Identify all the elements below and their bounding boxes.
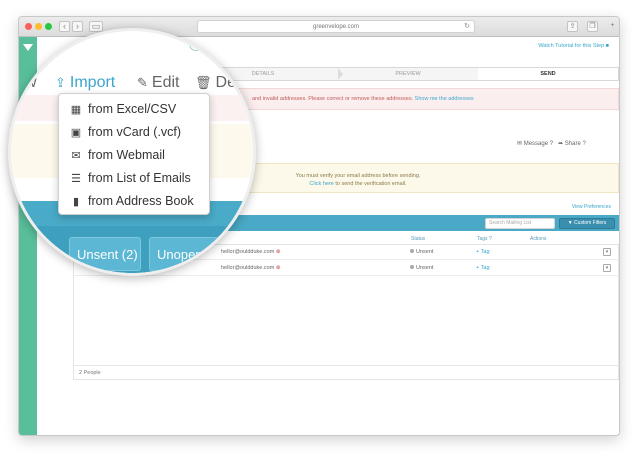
address-bar-url: greenvelope.com bbox=[312, 24, 360, 30]
menu-icon[interactable]: ☰ bbox=[15, 68, 24, 79]
new-tab-icon[interactable]: + bbox=[607, 21, 618, 32]
column-header-tags[interactable]: Tags ? bbox=[477, 236, 492, 242]
step-preview[interactable]: PREVIEW bbox=[338, 68, 478, 80]
import-dropdown-menu: ▦ from Excel/CSV ▣ from vCard (.vcf) ✉ from… bbox=[58, 93, 210, 215]
add-tag-link[interactable]: + Tag bbox=[476, 249, 490, 255]
zoom-window-button[interactable] bbox=[45, 23, 52, 30]
row-actions-dropdown-icon[interactable]: ▾ bbox=[603, 264, 611, 272]
tab-unsent[interactable]: Unsent (2) bbox=[69, 237, 141, 271]
list-icon: ☰ bbox=[71, 173, 81, 185]
edit-icon: ✎ bbox=[137, 75, 148, 90]
import-label: Import bbox=[69, 74, 116, 91]
add-tag-link[interactable]: + Tag bbox=[476, 265, 490, 271]
table-icon: ▦ bbox=[70, 104, 82, 116]
edit-label: Edit bbox=[151, 74, 180, 91]
step-send[interactable]: SEND bbox=[478, 68, 618, 80]
reload-icon[interactable]: ↻ bbox=[464, 21, 470, 33]
view-packages-button[interactable]: View Packages bbox=[189, 37, 251, 51]
message-share-row: ✉ Message ? ➦ Share ? bbox=[517, 140, 586, 147]
row-status: Unsent bbox=[410, 265, 433, 271]
import-excel-csv-item[interactable]: ▦ from Excel/CSV bbox=[69, 99, 176, 119]
toolbar-partial-label: w bbox=[25, 74, 37, 91]
row-status-text: Unsent bbox=[416, 265, 434, 271]
search-mailing-list-input[interactable]: Search Mailing List bbox=[485, 218, 555, 229]
custom-filters-label: Custom Filters bbox=[574, 220, 607, 226]
import-webmail-item[interactable]: ✉ from Webmail bbox=[69, 145, 165, 165]
minimize-window-button[interactable] bbox=[35, 23, 42, 30]
trash-icon: 🗑 bbox=[195, 75, 212, 90]
custom-filters-button[interactable]: ▼ Custom Filters bbox=[559, 218, 615, 229]
column-header-status[interactable]: Status bbox=[411, 236, 425, 242]
message-icon: ✉ bbox=[517, 141, 523, 147]
show-addresses-link[interactable]: Show me the addresses bbox=[415, 96, 474, 102]
envelope-icon: ✉ bbox=[71, 150, 81, 162]
share-icon: ➦ bbox=[558, 141, 564, 147]
delete-label: De bbox=[215, 74, 236, 91]
import-list-of-emails-item[interactable]: ☰ from List of Emails bbox=[69, 168, 191, 188]
delete-button[interactable]: 🗑 De bbox=[195, 74, 236, 92]
filter-icon: ▼ bbox=[567, 220, 573, 226]
help-icon[interactable]: ? bbox=[550, 141, 553, 147]
view-preferences-link[interactable]: View Preferences bbox=[572, 204, 611, 210]
vcard-icon: ▣ bbox=[70, 127, 82, 139]
import-webmail-label: from Webmail bbox=[88, 148, 165, 162]
invalid-alert-text: and invalid addresses. Please correct or… bbox=[252, 96, 414, 102]
column-header-actions: Actions bbox=[530, 236, 547, 242]
help-icon: ? bbox=[488, 236, 492, 242]
magnified-region: Cl View Packages ☰ w ⇪ Import ✎ Edit 🗑 De ▦… bbox=[11, 31, 253, 273]
magnifier-lens: Cl View Packages ☰ w ⇪ Import ✎ Edit 🗑 De ▦… bbox=[8, 28, 256, 276]
import-list-label: from List of Emails bbox=[88, 171, 191, 185]
tutorial-link-label: Watch Tutorial for this Step bbox=[538, 43, 605, 49]
people-count: 2 People bbox=[73, 365, 619, 380]
tutorial-link[interactable]: Watch Tutorial for this Step ■ bbox=[538, 43, 609, 49]
magnified-sidebar bbox=[11, 206, 21, 273]
column-header-tags-label: Tags bbox=[477, 236, 488, 242]
share-page-icon[interactable]: ⇪ bbox=[567, 21, 578, 32]
import-address-book-label: from Address Book bbox=[88, 194, 194, 208]
tabs-overview-icon[interactable]: ❐ bbox=[587, 21, 598, 32]
tab-unopened[interactable]: Unopen bbox=[149, 237, 253, 271]
share-button[interactable]: Share bbox=[565, 141, 581, 147]
magnified-header-text: Cl bbox=[45, 42, 52, 49]
help-icon[interactable]: ? bbox=[582, 141, 585, 147]
verify-link[interactable]: Click here bbox=[309, 181, 333, 187]
row-status: Unsent bbox=[410, 249, 433, 255]
edit-button[interactable]: ✎ Edit bbox=[137, 74, 179, 92]
import-address-book-item[interactable]: ▮ from Address Book bbox=[69, 191, 194, 211]
screenshot-stage: ‹ › ▭ greenvelope.com ↻ ⇪ ❐ + Watch Tuto… bbox=[0, 0, 640, 463]
status-dot-icon bbox=[410, 249, 414, 253]
book-icon: ▮ bbox=[72, 196, 80, 208]
import-vcard-label: from vCard (.vcf) bbox=[88, 125, 182, 139]
row-status-text: Unsent bbox=[416, 249, 434, 255]
upload-icon: ⇪ bbox=[55, 75, 66, 90]
invalid-email-icon: ⊗ bbox=[275, 265, 281, 271]
import-vcard-item[interactable]: ▣ from vCard (.vcf) bbox=[69, 122, 181, 142]
invalid-email-icon: ⊗ bbox=[275, 249, 281, 255]
row-actions-dropdown-icon[interactable]: ▾ bbox=[603, 248, 611, 256]
message-button[interactable]: Message bbox=[524, 141, 548, 147]
close-window-button[interactable] bbox=[25, 23, 32, 30]
import-excel-csv-label: from Excel/CSV bbox=[88, 102, 177, 116]
status-dot-icon bbox=[410, 265, 414, 269]
verify-suffix: to send the verification email. bbox=[335, 181, 407, 187]
video-icon: ■ bbox=[605, 43, 609, 49]
import-button[interactable]: ⇪ Import bbox=[55, 74, 115, 92]
